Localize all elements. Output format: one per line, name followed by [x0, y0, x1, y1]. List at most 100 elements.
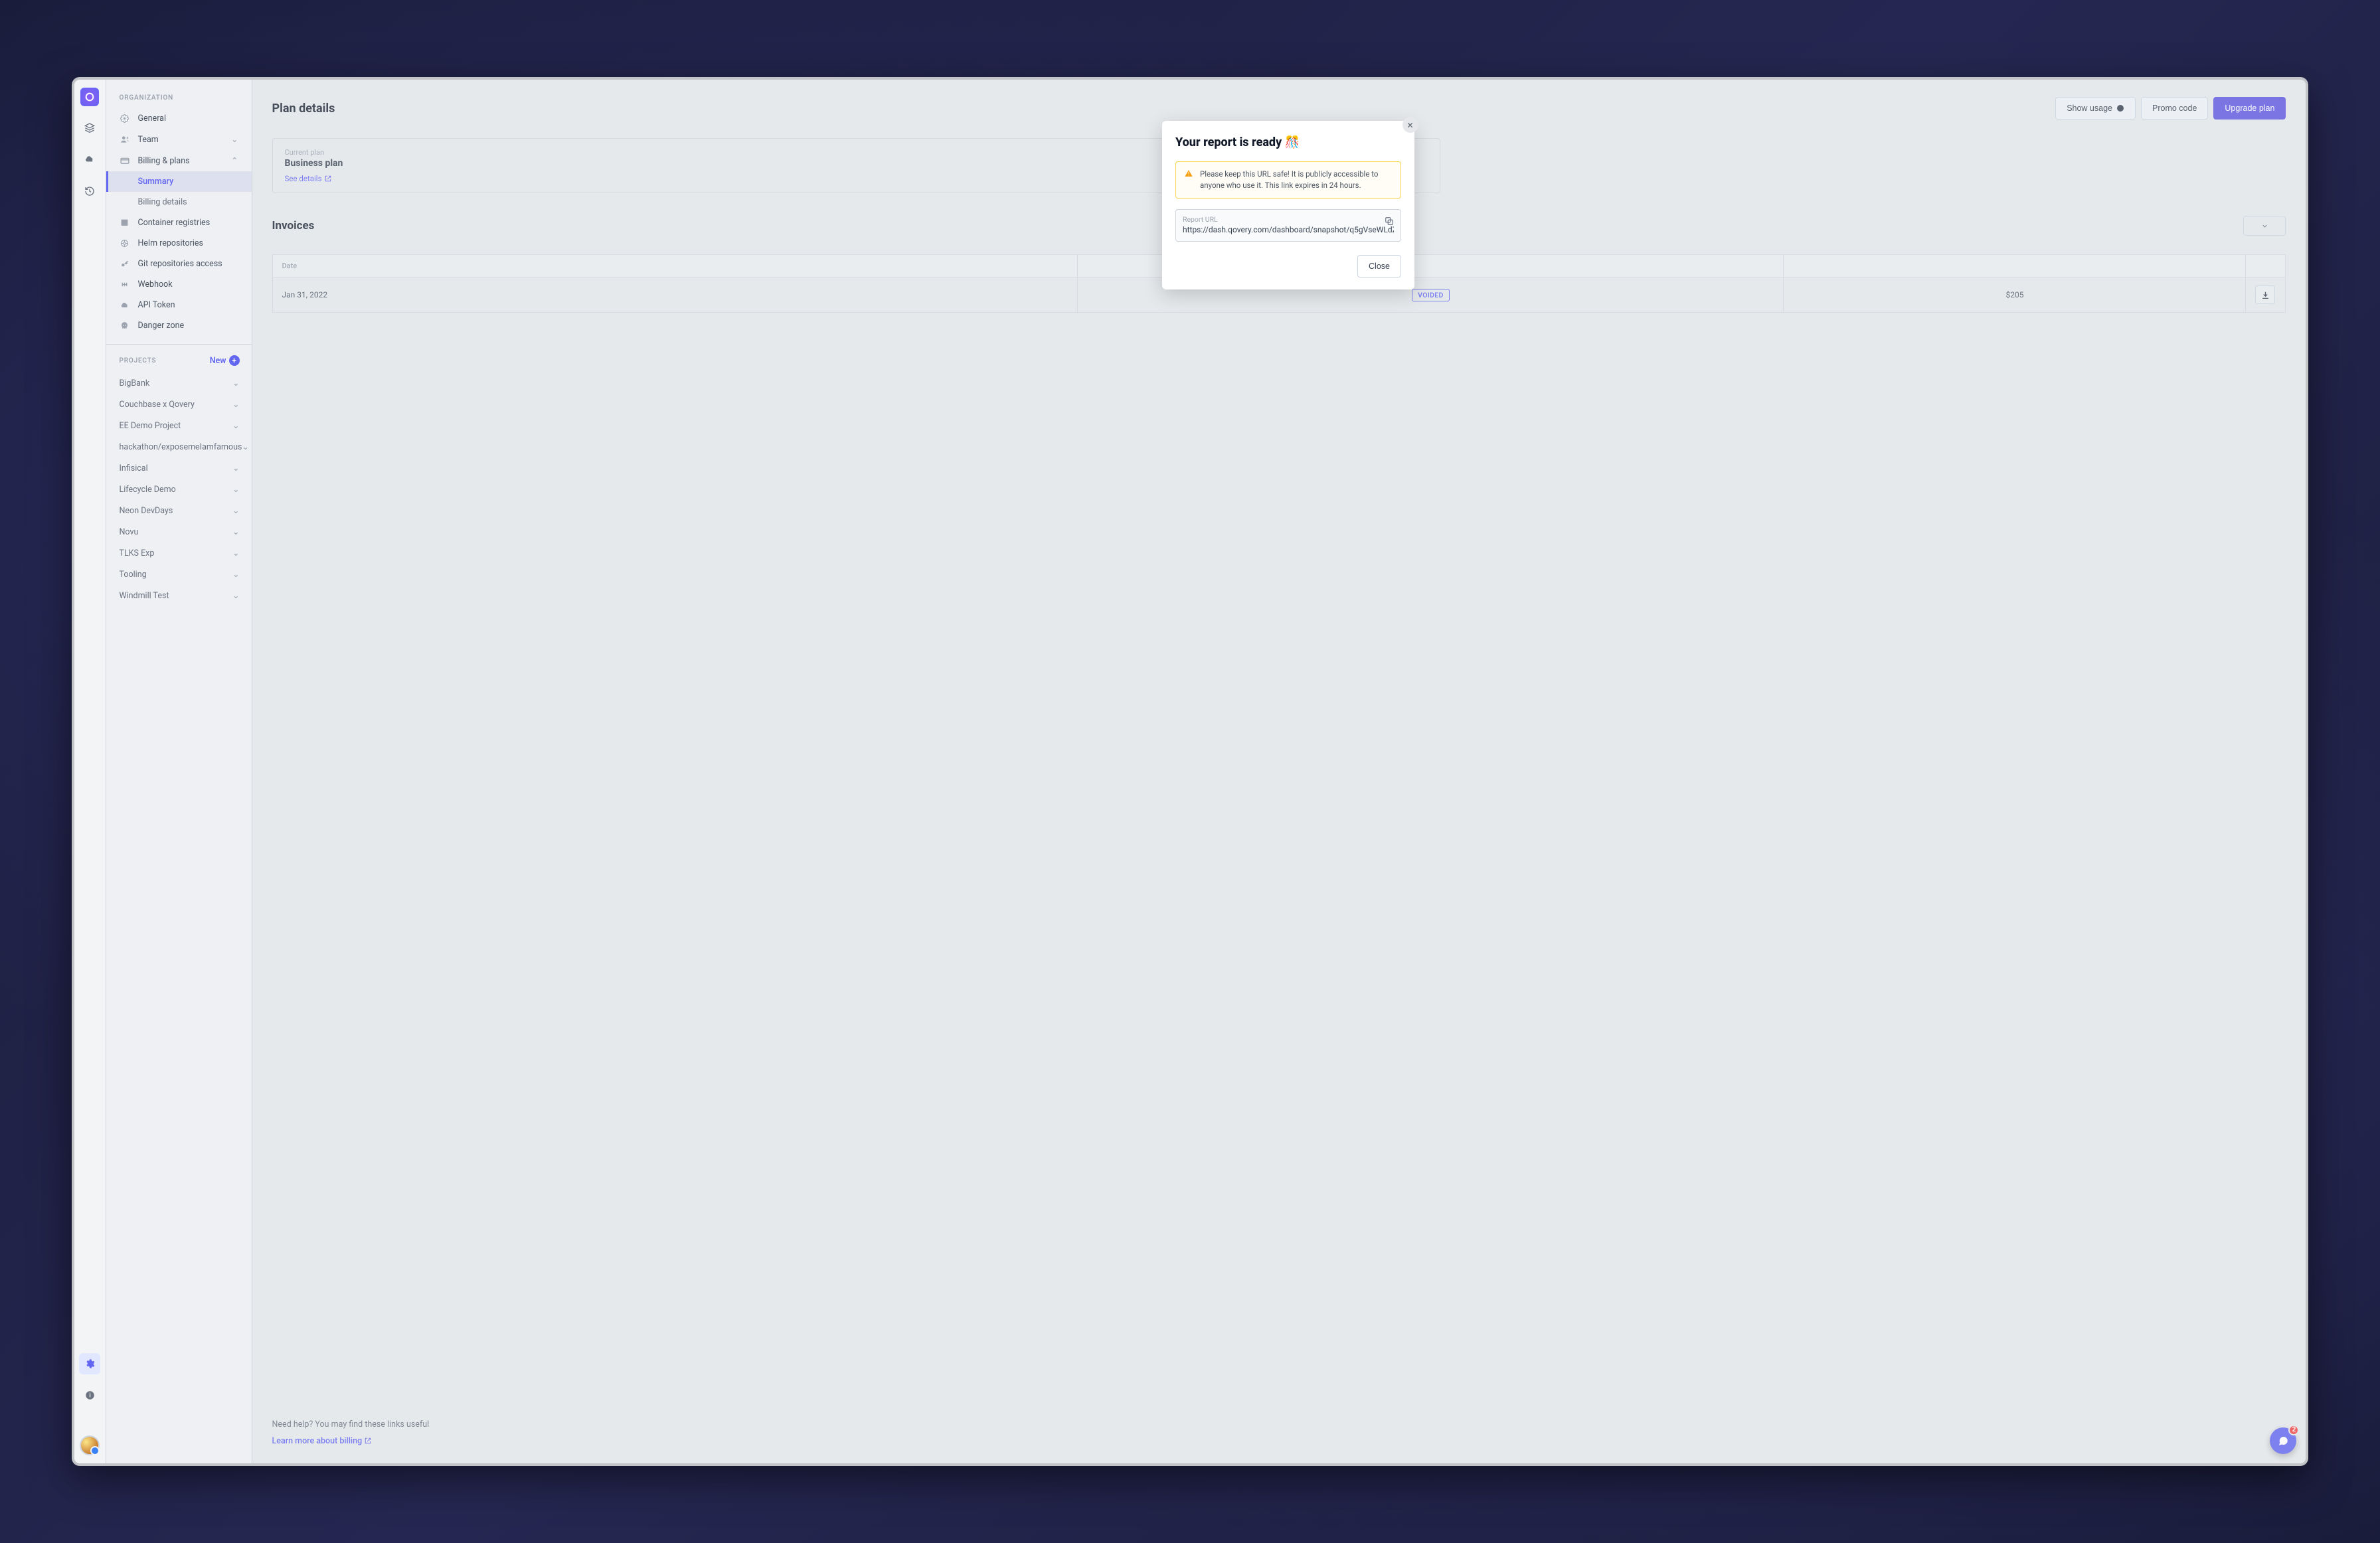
project-item[interactable]: EE Demo Project ⌄	[106, 415, 252, 436]
sidebar-item-container-registries[interactable]: Container registries	[106, 212, 252, 233]
sidebar-item-label: API Token	[138, 300, 175, 310]
project-label: Tooling	[120, 570, 147, 580]
year-select[interactable]	[2243, 216, 2286, 236]
project-item[interactable]: TLKS Exp ⌄	[106, 542, 252, 564]
app-logo[interactable]	[80, 88, 99, 106]
report-url-box: Report URL https://dash.qovery.com/dashb…	[1175, 209, 1401, 242]
external-link-icon	[325, 175, 331, 182]
project-item[interactable]: Novu ⌄	[106, 521, 252, 542]
sidebar-item-danger-zone[interactable]: Danger zone	[106, 315, 252, 336]
modal-warning: Please keep this URL safe! It is publicl…	[1175, 161, 1401, 198]
chevron-down-icon: ⌄	[232, 463, 239, 473]
project-label: TLKS Exp	[120, 548, 155, 558]
project-label: Windmill Test	[120, 591, 169, 601]
project-item[interactable]: hackathon/exposemeIamfamous⌄	[106, 436, 252, 457]
chevron-down-icon: ⌄	[232, 420, 239, 431]
box-icon	[120, 218, 130, 227]
chevron-down-icon: ⌄	[232, 484, 239, 495]
sidebar-item-api-token[interactable]: API Token	[106, 295, 252, 315]
sidebar-item-git-access[interactable]: Git repositories access	[106, 254, 252, 274]
project-item[interactable]: Lifecycle Demo ⌄	[106, 479, 252, 500]
chart-icon	[2116, 104, 2124, 112]
project-item[interactable]: Infisical⌄	[106, 457, 252, 479]
rail-layers-icon[interactable]	[79, 117, 100, 138]
helm-icon	[120, 239, 130, 248]
sidebar-item-label: Team	[138, 135, 159, 145]
project-label: Neon DevDays	[120, 506, 173, 516]
chevron-down-icon: ⌄	[232, 569, 239, 580]
project-item[interactable]: BigBank ⌄	[106, 372, 252, 394]
report-url-value[interactable]: https://dash.qovery.com/dashboard/snapsh…	[1183, 225, 1394, 234]
col-action	[2246, 255, 2286, 278]
sidebar-item-webhook[interactable]: Webhook	[106, 274, 252, 295]
status-badge: VOIDED	[1412, 289, 1450, 301]
rail-history-icon[interactable]	[79, 181, 100, 202]
project-item[interactable]: Tooling ⌄	[106, 564, 252, 585]
sidebar-item-billing[interactable]: Billing & plans ⌃	[106, 150, 252, 171]
col-amount	[1784, 255, 2246, 278]
chevron-down-icon: ⌄	[231, 134, 238, 145]
sidebar-item-team[interactable]: Team ⌄	[106, 129, 252, 150]
report-url-label: Report URL	[1183, 215, 1394, 224]
project-item[interactable]: Windmill Test ⌄	[106, 585, 252, 606]
sidebar-item-label: Container registries	[138, 218, 211, 228]
copy-icon	[1385, 216, 1394, 226]
promo-code-button[interactable]: Promo code	[2141, 97, 2208, 120]
learn-more-billing-link[interactable]: Learn more about billing	[272, 1436, 372, 1446]
chevron-down-icon	[2261, 222, 2268, 230]
project-label: Couchbase x Qovery	[120, 400, 195, 410]
rail-info-icon[interactable]: i	[79, 1385, 100, 1406]
warning-icon	[1184, 169, 1193, 178]
cloud-icon	[120, 301, 130, 310]
invoice-date: Jan 31, 2022	[272, 278, 1078, 313]
sidebar-item-label: Git repositories access	[138, 259, 222, 269]
project-item[interactable]: Couchbase x Qovery ⌄	[106, 394, 252, 415]
invoice-amount: $205	[1784, 278, 2246, 313]
rail-settings-icon[interactable]	[79, 1353, 100, 1374]
chat-icon	[2277, 1435, 2289, 1447]
chevron-down-icon: ⌄	[232, 399, 239, 410]
chevron-down-icon: ⌄	[242, 442, 248, 452]
chevron-down-icon: ⌄	[232, 548, 239, 558]
sidebar-org-title: ORGANIZATION	[106, 92, 252, 108]
sidebar-item-helm[interactable]: Helm repositories	[106, 233, 252, 254]
report-ready-modal: Your report is ready 🎊 Please keep this …	[1162, 121, 1414, 289]
sidebar-item-label: Billing & plans	[138, 156, 190, 166]
external-link-icon	[365, 1437, 371, 1444]
chat-unread-badge: 2	[2288, 1425, 2299, 1435]
show-usage-button[interactable]: Show usage	[2055, 97, 2136, 120]
sidebar-item-label: Webhook	[138, 280, 173, 289]
copy-url-button[interactable]	[1385, 216, 1394, 226]
sidebar-projects-title: PROJECTS	[120, 357, 157, 365]
chevron-up-icon: ⌃	[231, 155, 238, 166]
col-date: Date	[272, 255, 1078, 278]
chevron-down-icon: ⌄	[232, 527, 239, 537]
download-invoice-button[interactable]	[2255, 285, 2275, 304]
project-label: EE Demo Project	[120, 421, 181, 431]
sidebar-sub-billing-details[interactable]: Billing details	[106, 192, 252, 212]
people-icon	[120, 135, 130, 144]
modal-title: Your report is ready 🎊	[1175, 135, 1401, 149]
sidebar-sub-summary[interactable]: Summary	[106, 171, 252, 192]
sidebar-item-label: Helm repositories	[138, 238, 204, 248]
invoices-title: Invoices	[272, 219, 315, 232]
plus-icon: +	[229, 355, 240, 366]
sidebar-item-label: Danger zone	[138, 321, 185, 331]
rail-cloud-icon[interactable]	[79, 149, 100, 170]
project-label: Novu	[120, 527, 139, 537]
footer-help-text: Need help? You may find these links usef…	[272, 1420, 2286, 1429]
project-label: Lifecycle Demo	[120, 485, 176, 495]
sidebar-divider	[106, 344, 252, 345]
chevron-down-icon: ⌄	[232, 590, 239, 601]
project-label: BigBank	[120, 378, 150, 388]
new-project-button[interactable]: New +	[210, 355, 240, 366]
webhook-icon	[120, 280, 130, 289]
project-item[interactable]: Neon DevDays⌄	[106, 500, 252, 521]
chat-launcher[interactable]: 2	[2270, 1427, 2296, 1454]
card-icon	[120, 156, 130, 165]
sidebar-item-general[interactable]: General	[106, 108, 252, 129]
upgrade-plan-button[interactable]: Upgrade plan	[2213, 97, 2286, 120]
chevron-down-icon: ⌄	[232, 378, 239, 388]
modal-close-button[interactable]: Close	[1357, 255, 1401, 278]
user-avatar[interactable]	[80, 1435, 100, 1455]
